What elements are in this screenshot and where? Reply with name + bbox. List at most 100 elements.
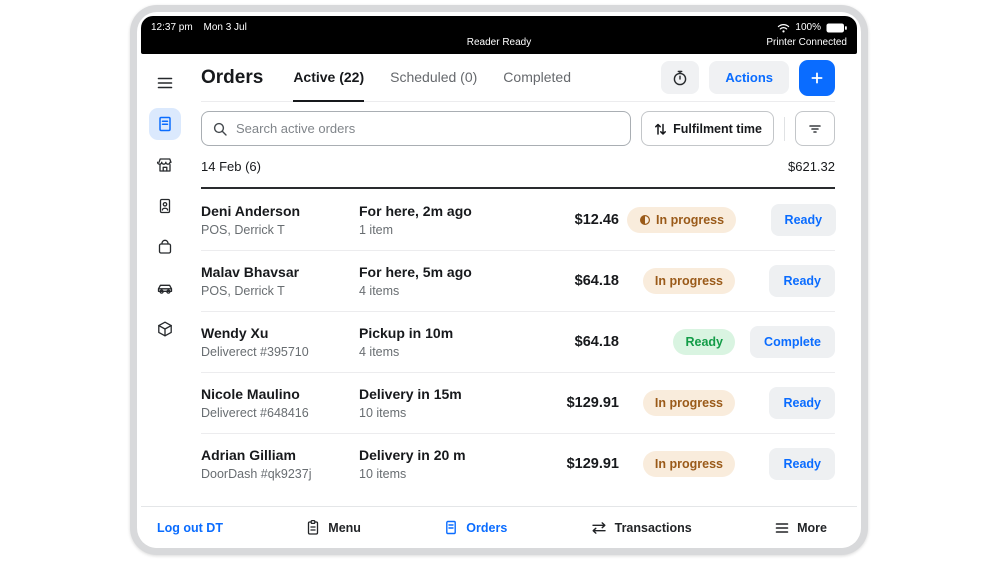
order-row[interactable]: Wendy Xu Deliverect #395710 Pickup in 10… xyxy=(201,311,835,372)
status-label: In progress xyxy=(655,396,723,410)
status-date: Mon 3 Jul xyxy=(203,22,246,33)
package-icon xyxy=(156,320,174,338)
nav-item-menu[interactable]: Menu xyxy=(305,519,361,536)
customer-name: Malav Bhavsar xyxy=(201,264,359,280)
stopwatch-icon xyxy=(671,69,689,87)
id-badge-icon xyxy=(156,197,174,215)
menu-clipboard-icon xyxy=(305,519,321,536)
item-count: 1 item xyxy=(359,223,527,237)
fulfillment-info: Pickup in 10m xyxy=(359,325,527,341)
order-row[interactable]: Adrian Gilliam DoorDash #qk9237j Deliver… xyxy=(201,433,835,494)
orders-receipt-icon xyxy=(443,519,459,536)
page: 12:37 pm Mon 3 Jul 100% xyxy=(0,0,999,562)
orders-toolbar: Fulfilment time xyxy=(201,111,835,146)
order-price: $129.91 xyxy=(527,456,627,472)
status-badge: Ready xyxy=(673,329,735,355)
sort-label: Fulfilment time xyxy=(673,122,762,136)
nav-label: Transactions xyxy=(615,521,692,535)
status-label: Ready xyxy=(685,335,723,349)
orders-header: Orders Active (22) Scheduled (0) Complet… xyxy=(201,54,835,102)
group-total: $621.32 xyxy=(788,159,835,174)
sidebar-item-delivery[interactable] xyxy=(149,272,181,304)
nav-item-orders[interactable]: Orders xyxy=(443,519,507,536)
order-price: $64.18 xyxy=(527,334,627,350)
item-count: 4 items xyxy=(359,284,527,298)
nav-item-more[interactable]: More xyxy=(774,521,827,535)
tab-active[interactable]: Active (22) xyxy=(293,54,364,102)
order-source: Deliverect #648416 xyxy=(201,406,359,420)
battery-percent: 100% xyxy=(795,22,821,33)
sidebar-item-bag[interactable] xyxy=(149,231,181,263)
order-source: DoorDash #qk9237j xyxy=(201,467,359,481)
add-order-button[interactable] xyxy=(799,60,835,96)
timer-button[interactable] xyxy=(661,61,699,94)
nav-item-transactions[interactable]: Transactions xyxy=(590,521,692,535)
group-date: 14 Feb (6) xyxy=(201,159,261,174)
status-datetime: 12:37 pm Mon 3 Jul xyxy=(151,22,255,33)
bag-icon xyxy=(156,238,174,256)
order-action-button[interactable]: Ready xyxy=(769,265,835,297)
toolbar-divider xyxy=(784,117,785,141)
order-price: $129.91 xyxy=(527,395,627,411)
filter-button[interactable] xyxy=(795,111,835,146)
order-tabs: Active (22) Scheduled (0) Completed xyxy=(293,54,571,101)
sidebar-item-items[interactable] xyxy=(149,313,181,345)
order-row[interactable]: Malav Bhavsar POS, Derrick T For here, 5… xyxy=(201,250,835,311)
order-row[interactable]: Nicole Maulino Deliverect #648416 Delive… xyxy=(201,372,835,433)
battery-icon xyxy=(826,23,847,33)
main-content: Orders Active (22) Scheduled (0) Complet… xyxy=(189,54,857,506)
status-badge: In progress xyxy=(627,207,736,233)
fulfillment-info: For here, 5m ago xyxy=(359,264,527,280)
page-title: Orders xyxy=(201,67,263,89)
search-box[interactable] xyxy=(201,111,631,146)
order-source: Deliverect #395710 xyxy=(201,345,359,359)
sidebar-item-team[interactable] xyxy=(149,190,181,222)
storefront-icon xyxy=(156,156,174,174)
status-badge: In progress xyxy=(643,268,735,294)
sidebar-item-storefront[interactable] xyxy=(149,149,181,181)
app-body: Orders Active (22) Scheduled (0) Complet… xyxy=(141,54,857,506)
search-input[interactable] xyxy=(236,121,620,136)
fulfillment-info: Delivery in 15m xyxy=(359,386,527,402)
date-group-header: 14 Feb (6) $621.32 xyxy=(201,146,835,189)
order-action-button[interactable]: Complete xyxy=(750,326,835,358)
transfer-arrows-icon xyxy=(590,521,608,535)
status-label: In progress xyxy=(655,274,723,288)
tab-scheduled[interactable]: Scheduled (0) xyxy=(390,54,477,102)
logout-button[interactable]: Log out DT xyxy=(157,521,223,535)
sort-arrows-icon xyxy=(653,121,668,137)
nav-label: Menu xyxy=(328,521,361,535)
item-count: 4 items xyxy=(359,345,527,359)
sidebar xyxy=(141,54,189,506)
tab-completed[interactable]: Completed xyxy=(503,54,571,102)
in-progress-icon xyxy=(639,214,651,226)
orders-list: Deni Anderson POS, Derrick T For here, 2… xyxy=(201,189,835,494)
order-action-button[interactable]: Ready xyxy=(771,204,837,236)
actions-button[interactable]: Actions xyxy=(709,61,789,94)
customer-name: Deni Anderson xyxy=(201,203,359,219)
status-bar: 12:37 pm Mon 3 Jul 100% xyxy=(141,16,857,54)
nav-label: More xyxy=(797,521,827,535)
hamburger-menu-icon[interactable] xyxy=(149,67,181,99)
plus-icon xyxy=(808,69,826,87)
orders-receipt-icon xyxy=(156,115,174,133)
filter-icon xyxy=(807,121,823,137)
wifi-icon xyxy=(777,23,790,33)
nav-label: Orders xyxy=(466,521,507,535)
order-row[interactable]: Deni Anderson POS, Derrick T For here, 2… xyxy=(201,189,835,250)
printer-status: Printer Connected xyxy=(766,37,847,48)
order-price: $64.18 xyxy=(527,273,627,289)
sidebar-item-orders[interactable] xyxy=(149,108,181,140)
status-time: 12:37 pm xyxy=(151,22,193,33)
order-action-button[interactable]: Ready xyxy=(769,387,835,419)
order-action-button[interactable]: Ready xyxy=(769,448,835,480)
item-count: 10 items xyxy=(359,406,527,420)
sort-button[interactable]: Fulfilment time xyxy=(641,111,774,146)
search-icon xyxy=(212,121,228,137)
fulfillment-info: For here, 2m ago xyxy=(359,203,527,219)
customer-name: Adrian Gilliam xyxy=(201,447,359,463)
order-source: POS, Derrick T xyxy=(201,223,359,237)
item-count: 10 items xyxy=(359,467,527,481)
bottom-nav: Log out DT Menu xyxy=(141,506,857,548)
delivery-car-icon xyxy=(156,279,174,297)
